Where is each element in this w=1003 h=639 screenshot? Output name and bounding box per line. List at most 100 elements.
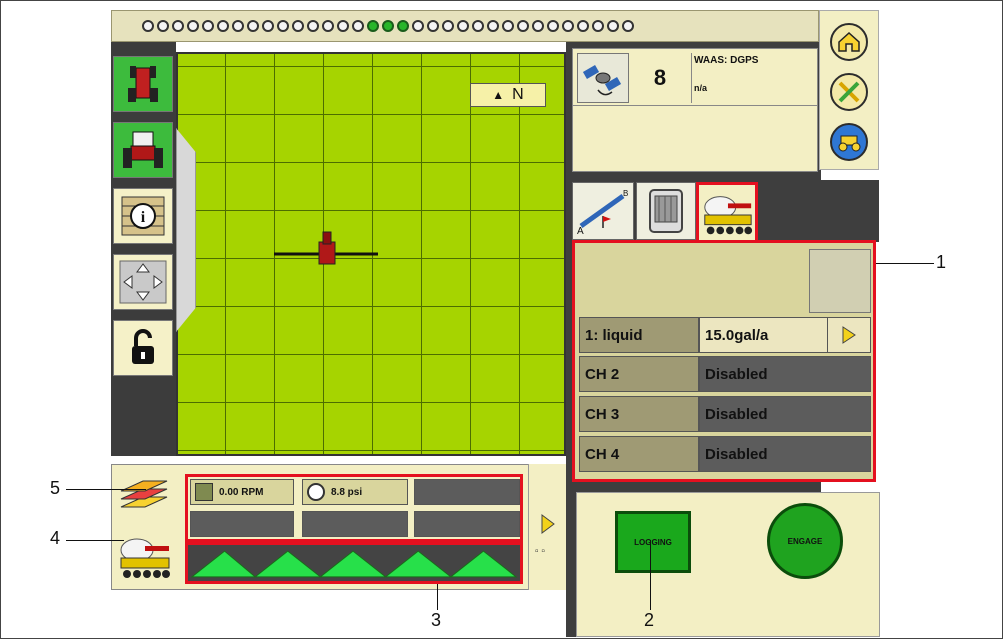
north-label: N xyxy=(512,86,524,103)
lightbar-led xyxy=(457,20,469,32)
callout-4: 4 xyxy=(50,528,61,548)
north-indicator[interactable]: ▲ N xyxy=(470,83,546,107)
svg-text:A: A xyxy=(577,226,584,236)
north-arrow-icon: ▲ xyxy=(492,88,505,102)
product-preview-box[interactable] xyxy=(809,249,871,313)
info-icon: i xyxy=(121,196,165,236)
callout-1: 1 xyxy=(936,252,947,272)
rpm-value: 0.00 RPM xyxy=(219,486,264,498)
channel-status: Disabled xyxy=(699,396,871,432)
satellite-icon xyxy=(577,53,629,103)
lightbar-led xyxy=(247,20,259,32)
tractor-rear-icon xyxy=(123,131,163,168)
lightbar-led xyxy=(622,20,634,32)
gauge-icon xyxy=(307,483,325,501)
lightbar-led xyxy=(307,20,319,32)
gps-value: n/a xyxy=(694,83,708,93)
lightbar-led-on xyxy=(397,20,409,32)
rear-view-button[interactable] xyxy=(113,122,173,178)
layers-icon xyxy=(120,480,168,508)
lightbar-led xyxy=(172,20,184,32)
map-slide-handle[interactable] xyxy=(176,128,196,332)
tools-button[interactable] xyxy=(830,73,868,111)
status-readouts: 0.00 RPM 8.8 psi xyxy=(185,474,523,542)
channel-status: Disabled xyxy=(699,436,871,472)
implement-button[interactable] xyxy=(113,528,175,588)
guidance-ab-icon: A B xyxy=(577,189,628,236)
side-icon-panel xyxy=(819,10,879,170)
product-row[interactable]: 1: liquid 15.0gal/a xyxy=(579,317,871,353)
pressure-value: 8.8 psi xyxy=(331,486,363,498)
expand-arrow-icon xyxy=(541,514,555,534)
lightbar-led xyxy=(292,20,304,32)
planter-icon xyxy=(704,195,753,234)
lightbar-led xyxy=(577,20,589,32)
svg-text:B: B xyxy=(623,189,628,198)
fan-icon xyxy=(195,483,213,501)
lightbar-led xyxy=(532,20,544,32)
page-dots-icon: ▫ ▫ xyxy=(535,546,545,557)
lightbar-led xyxy=(232,20,244,32)
lightbar-led xyxy=(517,20,529,32)
lightbar-led xyxy=(337,20,349,32)
empty-readout xyxy=(414,511,520,537)
empty-readout xyxy=(302,511,408,537)
callout-3: 3 xyxy=(431,610,442,630)
lightbar-led xyxy=(487,20,499,32)
lightbar-led xyxy=(547,20,559,32)
logging-button[interactable]: LOGGING xyxy=(615,511,691,573)
lightbar-led xyxy=(202,20,214,32)
engage-button[interactable]: ENGAGE xyxy=(767,503,843,579)
tab-implement[interactable] xyxy=(696,182,758,244)
rpm-readout: 0.00 RPM xyxy=(190,479,294,505)
layers-button[interactable] xyxy=(113,466,175,524)
product-control-panel: 1: liquid 15.0gal/a CH 2 Disabled CH 3 D… xyxy=(572,240,876,482)
bottom-bar-expand[interactable]: ▫ ▫ xyxy=(528,464,566,590)
home-button[interactable] xyxy=(830,23,868,61)
lightbar-led xyxy=(427,20,439,32)
channel-label: CH 2 xyxy=(579,356,699,392)
tab-guidance[interactable]: A B xyxy=(572,182,634,240)
vehicle-view-button[interactable] xyxy=(113,56,173,112)
tab-console[interactable] xyxy=(636,182,696,240)
info-button[interactable]: i xyxy=(113,188,173,244)
home-icon xyxy=(838,31,860,52)
product-row[interactable]: CH 2 Disabled xyxy=(579,356,871,392)
section-indicators xyxy=(190,550,518,578)
lightbar-led xyxy=(142,20,154,32)
lightbar-led xyxy=(592,20,604,32)
lightbar-led xyxy=(562,20,574,32)
lock-button[interactable] xyxy=(113,320,173,376)
channel-label: 1: liquid xyxy=(579,317,699,353)
svg-text:i: i xyxy=(141,209,146,226)
lightbar-led xyxy=(472,20,484,32)
satellite-count: 8 xyxy=(653,65,667,90)
lightbar-led xyxy=(607,20,619,32)
pan-arrows-icon xyxy=(119,260,167,304)
vehicle-setup-button[interactable] xyxy=(830,123,868,161)
lightbar-led xyxy=(412,20,424,32)
product-row[interactable]: CH 3 Disabled xyxy=(579,396,871,432)
lightbar-led xyxy=(157,20,169,32)
rate-adjust-button[interactable] xyxy=(827,317,871,353)
product-row[interactable]: CH 4 Disabled xyxy=(579,436,871,472)
tractor-top-icon xyxy=(128,66,158,102)
channel-status: Disabled xyxy=(699,356,871,392)
empty-readout xyxy=(414,479,520,505)
lightbar-led xyxy=(442,20,454,32)
lightbar-led xyxy=(262,20,274,32)
lightbar-led xyxy=(277,20,289,32)
section-control-bar[interactable] xyxy=(185,542,523,584)
callout-5: 5 xyxy=(50,478,61,498)
lightbar-led xyxy=(352,20,364,32)
vehicle-marker xyxy=(274,231,378,265)
gps-status-panel: 8 WAAS: DGPS n/a xyxy=(572,48,818,172)
lightbar-led xyxy=(502,20,514,32)
lightbar-led-on xyxy=(382,20,394,32)
pressure-readout: 8.8 psi xyxy=(302,479,408,505)
gps-signal-type: WAAS: DGPS xyxy=(694,55,759,66)
pan-button[interactable] xyxy=(113,254,173,310)
empty-readout xyxy=(190,511,294,537)
vehicle-icon xyxy=(838,135,861,152)
lightbar-led xyxy=(322,20,334,32)
